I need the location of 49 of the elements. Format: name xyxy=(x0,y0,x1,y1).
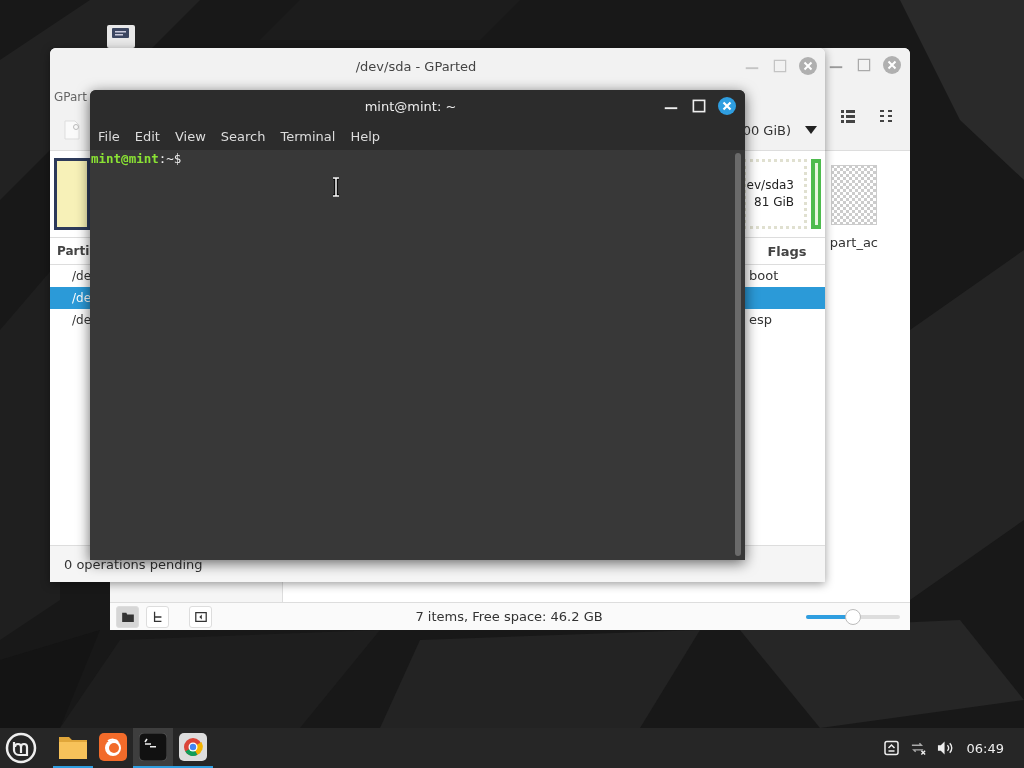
window-title: /dev/sda - GParted xyxy=(354,58,478,74)
tree-view-button[interactable] xyxy=(146,605,169,628)
browser-icon xyxy=(179,733,207,761)
table-cell[interactable]: /de xyxy=(50,309,90,331)
computer-icon[interactable] xyxy=(106,24,136,48)
caret-icon xyxy=(805,126,817,134)
partition-size: 81 GiB xyxy=(754,194,794,211)
slider-thumb[interactable] xyxy=(845,608,861,625)
table-cell[interactable]: /de xyxy=(50,265,90,287)
network-disconnected-icon[interactable] xyxy=(909,740,927,756)
taskbar-button[interactable] xyxy=(133,728,173,768)
update-icon[interactable] xyxy=(882,740,900,756)
partition-label: ev/sda3 xyxy=(746,177,794,194)
column-header[interactable]: Flags xyxy=(749,243,825,259)
scrollbar[interactable] xyxy=(735,153,741,556)
menu-item[interactable]: Search xyxy=(220,128,266,144)
menu-item[interactable]: GPart xyxy=(54,90,87,104)
status-text: 0 operations pending xyxy=(64,556,203,572)
browser-icon xyxy=(99,733,127,761)
menu-item[interactable]: Edit xyxy=(134,128,160,144)
table-cell[interactable]: boot xyxy=(745,265,825,287)
partition-block[interactable] xyxy=(54,158,90,230)
menu-logo-icon[interactable] xyxy=(5,732,37,764)
text-cursor-icon xyxy=(331,177,341,197)
tree-icon xyxy=(151,610,164,623)
folder-icon xyxy=(58,734,88,760)
list-view-icon[interactable] xyxy=(840,108,856,124)
sidebar-icon xyxy=(194,611,207,622)
close-icon[interactable] xyxy=(717,96,737,116)
menu-item[interactable]: File xyxy=(98,128,120,144)
menu-item[interactable]: View xyxy=(174,128,206,144)
compact-view-icon[interactable] xyxy=(878,108,894,124)
prompt-path: :~$ xyxy=(158,151,182,166)
terminal-icon xyxy=(139,733,167,761)
zoom-slider[interactable] xyxy=(806,608,900,625)
column-header[interactable]: Parti xyxy=(50,244,90,258)
menu-item[interactable]: Terminal xyxy=(280,128,336,144)
file-name: part_ac xyxy=(829,235,878,250)
sidebar-toggle-button[interactable] xyxy=(189,605,212,628)
folder-icon xyxy=(121,611,134,622)
prompt-user: mint@mint xyxy=(91,151,159,166)
volume-icon[interactable] xyxy=(936,740,954,756)
status-text: 7 items, Free space: 46.2 GB xyxy=(414,609,604,624)
menu-item[interactable]: Help xyxy=(350,128,381,144)
table-cell[interactable]: esp xyxy=(745,309,825,331)
places-button[interactable] xyxy=(116,605,139,628)
window-title: mint@mint: ~ xyxy=(363,98,458,114)
clock[interactable]: 06:49 xyxy=(966,740,1004,756)
table-cell[interactable] xyxy=(745,287,825,309)
